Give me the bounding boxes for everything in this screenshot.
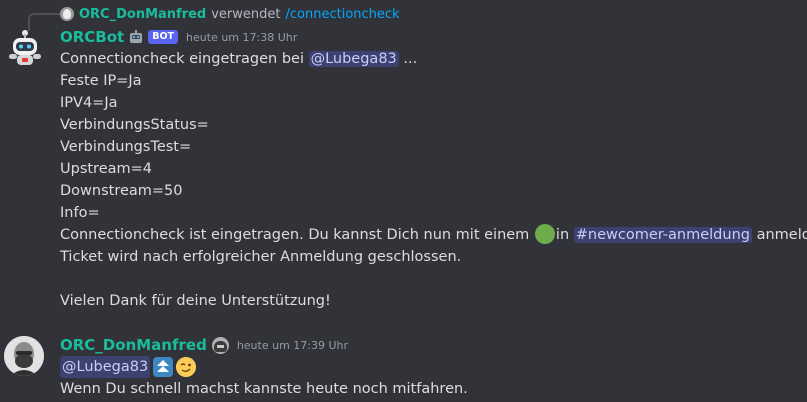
bot-tag: BOT bbox=[148, 30, 179, 44]
user-message-header: ORC_DonManfred heute um 17:39 Uhr bbox=[60, 334, 348, 356]
user-avatar-portrait bbox=[4, 336, 44, 376]
message-line: Downstream=50 bbox=[60, 183, 183, 199]
bot-message-header: ORCBot BOT heute um 17:38 Uhr bbox=[60, 27, 297, 47]
wink-face-icon[interactable] bbox=[176, 357, 197, 377]
ticket-line: Ticket wird nach erfolgreicher Anmeldung… bbox=[60, 249, 462, 265]
intro-text: Connectioncheck eingetragen bei bbox=[60, 51, 309, 67]
bot-avatar-icon[interactable] bbox=[4, 27, 46, 69]
reply-verb: verwendet bbox=[211, 6, 281, 22]
user-username[interactable]: ORC_DonManfred bbox=[60, 336, 207, 354]
chat-window: ORC_DonManfred verwendet /connectionchec… bbox=[0, 0, 807, 402]
bot-timestamp[interactable]: heute um 17:38 Uhr bbox=[186, 31, 297, 44]
bot-user-mention[interactable]: @Lubega83 bbox=[308, 51, 399, 67]
reply-content: ORC_DonManfred verwendet /connectionchec… bbox=[60, 7, 400, 22]
message-line: Feste IP=Ja bbox=[60, 73, 142, 89]
message-line: VerbindungsStatus= bbox=[60, 117, 209, 133]
final-text-2: in bbox=[555, 227, 574, 243]
bot-intro-line: Connectioncheck eingetragen bei @Lubega8… bbox=[60, 48, 417, 70]
user-avatar-icon[interactable] bbox=[4, 336, 44, 376]
message-line: VerbindungsTest= bbox=[60, 139, 192, 155]
user-mention[interactable]: @Lubega83 bbox=[60, 356, 151, 378]
user-timestamp[interactable]: heute um 17:39 Uhr bbox=[237, 339, 348, 352]
green-circle-icon bbox=[534, 224, 555, 244]
robot-emoji-icon[interactable] bbox=[129, 30, 143, 44]
final-text-1: Connectioncheck ist eingetragen. Du kann… bbox=[60, 227, 534, 243]
final-instruction-line: Connectioncheck ist eingetragen. Du kann… bbox=[60, 224, 807, 246]
message-line: Upstream=4 bbox=[60, 161, 153, 177]
final-text-3: anmelden. bbox=[756, 227, 807, 243]
message-line: Info= bbox=[60, 205, 100, 221]
user-mention-line: @Lubega83 bbox=[60, 356, 197, 378]
message-line: IPV4=Ja bbox=[60, 95, 118, 111]
reply-reference[interactable]: ORC_DonManfred verwendet /connectionchec… bbox=[28, 4, 400, 31]
channel-mention[interactable]: #newcomer-anmeldung bbox=[573, 227, 752, 243]
intro-suffix: ... bbox=[398, 51, 418, 67]
reply-avatar-icon[interactable] bbox=[60, 7, 74, 21]
bot-username[interactable]: ORCBot bbox=[60, 28, 124, 46]
reply-author[interactable]: ORC_DonManfred bbox=[79, 7, 206, 22]
helmet-badge-icon[interactable] bbox=[211, 336, 229, 354]
user-message-text: Wenn Du schnell machst kannste heute noc… bbox=[60, 381, 468, 397]
reply-command[interactable]: /connectioncheck bbox=[286, 7, 400, 22]
arrow-double-up-icon[interactable] bbox=[153, 357, 174, 377]
thanks-line: Vielen Dank für deine Unterstützung! bbox=[60, 293, 331, 309]
